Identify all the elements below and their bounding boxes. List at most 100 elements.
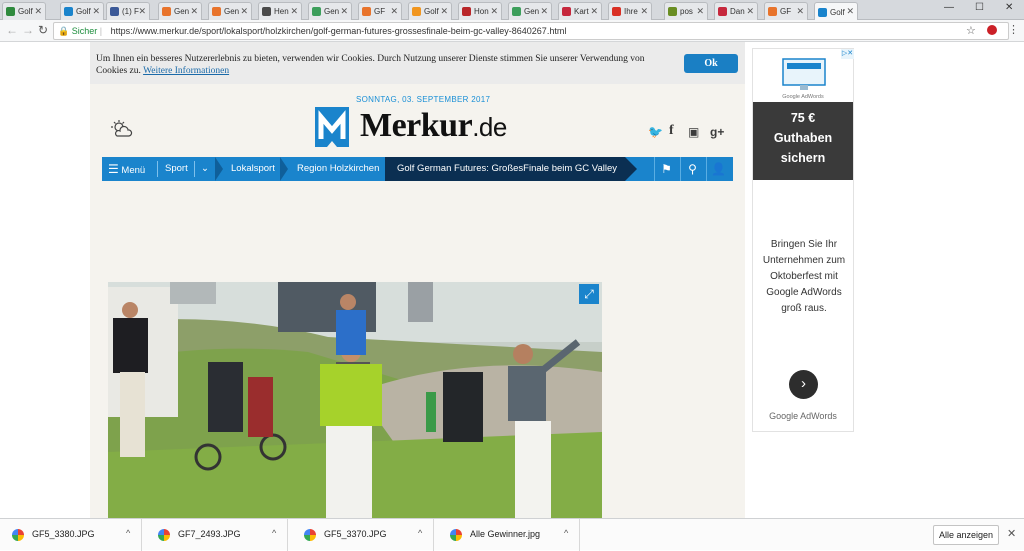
forward-icon[interactable]: → xyxy=(22,23,34,37)
browser-tab[interactable]: Gen ✕ xyxy=(308,2,352,20)
user-icon[interactable]: 👤 xyxy=(706,157,730,181)
download-item[interactable]: Alle Gewinner.jpg ^ xyxy=(438,519,580,551)
browser-tab[interactable]: Golf ✕ xyxy=(814,2,858,21)
chevron-up-icon[interactable]: ^ xyxy=(564,528,568,538)
chevron-down-icon[interactable]: ⌄ xyxy=(201,157,209,181)
browser-tab[interactable]: Golf ✕ xyxy=(60,2,104,20)
tab-close-icon[interactable]: ✕ xyxy=(640,6,648,17)
browser-tab[interactable]: Gen ✕ xyxy=(158,2,202,20)
chevron-up-icon[interactable]: ^ xyxy=(272,528,276,538)
tab-favicon-icon xyxy=(110,7,119,16)
promo-line: 75 € xyxy=(790,111,816,125)
breadcrumb-arrow xyxy=(625,157,637,181)
close-downloads-icon[interactable]: ✕ xyxy=(1007,527,1016,540)
tab-close-icon[interactable]: ✕ xyxy=(340,6,348,17)
menu-button[interactable]: ☰ Menü xyxy=(108,157,145,181)
browser-tab-strip: Golf ✕ Golf ✕ (1) F ✕ Gen ✕ Gen ✕ Hen ✕ Gen ✕ GF ✕ Golf ✕… xyxy=(0,0,1024,21)
url-text[interactable]: https://www.merkur.de/sport/lokalsport/h… xyxy=(111,26,567,36)
tab-close-icon[interactable]: ✕ xyxy=(590,6,598,17)
google-plus-icon[interactable]: g+ xyxy=(710,125,724,139)
nav-current-article: Golf German Futures: GroßesFinale beim G… xyxy=(385,157,625,181)
tab-label: GF xyxy=(780,7,792,16)
show-all-downloads-button[interactable]: Alle anzeigen xyxy=(933,525,999,545)
browser-tab[interactable]: (1) F ✕ xyxy=(106,2,150,20)
browser-tab[interactable]: Dan ✕ xyxy=(714,2,758,20)
browser-tab[interactable]: Ihre ✕ xyxy=(608,2,652,20)
browser-tab[interactable]: Hon ✕ xyxy=(458,2,502,20)
nav-region[interactable]: Region Holzkirchen xyxy=(297,157,379,181)
tab-close-icon[interactable]: ✕ xyxy=(390,6,398,17)
tab-close-icon[interactable]: ✕ xyxy=(796,6,804,17)
nav-sport[interactable]: Sport xyxy=(165,157,188,181)
cookie-ok-button[interactable]: Ok xyxy=(684,54,738,73)
site-logo[interactable]: Merkur.de xyxy=(360,107,507,145)
tab-favicon-icon xyxy=(612,7,621,16)
tab-close-icon[interactable]: ✕ xyxy=(696,6,704,17)
video-icon[interactable]: ▣ xyxy=(688,125,699,139)
security-label: Sicher xyxy=(71,26,98,36)
tab-label: Hen xyxy=(274,7,289,16)
browser-tab[interactable]: GF ✕ xyxy=(358,2,402,20)
tab-close-icon[interactable]: ✕ xyxy=(540,6,548,17)
tab-close-icon[interactable]: ✕ xyxy=(746,6,754,17)
facebook-icon[interactable]: f xyxy=(669,123,674,139)
tab-close-icon[interactable]: ✕ xyxy=(440,6,448,17)
browser-tab[interactable]: Gen ✕ xyxy=(508,2,552,20)
download-item[interactable]: GF5_3370.JPG ^ xyxy=(292,519,434,551)
fullscreen-icon[interactable]: ⤢ xyxy=(579,284,599,304)
breadcrumb-arrow xyxy=(280,157,288,181)
tab-close-icon[interactable]: ✕ xyxy=(92,6,100,17)
window-maximize-icon[interactable]: ☐ xyxy=(975,2,984,13)
browser-tab[interactable]: Hen ✕ xyxy=(258,2,302,20)
address-bar[interactable]: 🔒 Sicher | https://www.merkur.de/sport/l… xyxy=(53,22,1009,40)
ad-promo-box[interactable]: 75 € Guthaben sichern xyxy=(753,102,853,180)
merkur-logo-icon[interactable] xyxy=(313,105,351,149)
bookmark-star-icon[interactable]: ☆ xyxy=(966,24,976,37)
ad-footer-label: Google AdWords xyxy=(769,411,837,421)
article-photo[interactable]: ⤢ xyxy=(108,282,602,518)
search-icon[interactable]: ⚲ xyxy=(680,157,704,181)
bookmark-icon[interactable]: ⚑ xyxy=(654,157,678,181)
tab-close-icon[interactable]: ✕ xyxy=(138,6,146,17)
tab-label: pos xyxy=(680,7,693,16)
google-ad[interactable]: ▷✕ Google AdWords 75 € Guthaben sichern … xyxy=(752,48,854,432)
breadcrumb-arrow xyxy=(215,157,223,181)
tab-close-icon[interactable]: ✕ xyxy=(846,6,854,17)
adchoices-icon[interactable]: ▷✕ xyxy=(841,49,854,59)
download-item[interactable]: GF5_3380.JPG ^ xyxy=(0,519,142,551)
logo-name: Merkur xyxy=(360,107,473,144)
nav-lokalsport[interactable]: Lokalsport xyxy=(231,157,275,181)
browser-tab[interactable]: GF ✕ xyxy=(764,2,808,20)
browser-tab[interactable]: Golf ✕ xyxy=(408,2,452,20)
browser-tab[interactable]: Kart ✕ xyxy=(558,2,602,20)
browser-tab[interactable]: pos ✕ xyxy=(664,2,708,20)
tab-close-icon[interactable]: ✕ xyxy=(290,6,298,17)
chevron-up-icon[interactable]: ^ xyxy=(126,528,130,538)
weather-icon[interactable] xyxy=(111,120,133,138)
back-icon[interactable]: ← xyxy=(6,23,18,37)
browser-menu-icon[interactable]: ⋮ xyxy=(1008,23,1019,36)
tab-label: Hon xyxy=(474,7,489,16)
arrow-right-icon[interactable]: › xyxy=(789,370,818,399)
twitter-icon[interactable]: 🐦 xyxy=(648,125,663,139)
browser-tab[interactable]: Gen ✕ xyxy=(208,2,252,20)
tab-label: (1) F xyxy=(122,7,139,16)
download-item[interactable]: GF7_2493.JPG ^ xyxy=(146,519,288,551)
more-info-link[interactable]: Weitere Informationen xyxy=(143,66,229,76)
window-close-icon[interactable]: ✕ xyxy=(1005,2,1013,13)
window-minimize-icon[interactable]: — xyxy=(944,2,954,13)
browser-tab[interactable]: Golf ✕ xyxy=(2,2,46,20)
tab-close-icon[interactable]: ✕ xyxy=(490,6,498,17)
tab-favicon-icon xyxy=(162,7,171,16)
tab-label: Dan xyxy=(730,7,745,16)
tab-favicon-icon xyxy=(412,7,421,16)
tab-close-icon[interactable]: ✕ xyxy=(240,6,248,17)
tab-close-icon[interactable]: ✕ xyxy=(34,6,42,17)
main-navigation: ☰ Menü Sport ⌄ Lokalsport Region Holzkir… xyxy=(102,157,733,181)
tab-label: Golf xyxy=(424,7,439,16)
promo-line: sichern xyxy=(780,151,826,165)
chevron-up-icon[interactable]: ^ xyxy=(418,528,422,538)
reload-icon[interactable]: ↻ xyxy=(38,23,48,37)
tab-close-icon[interactable]: ✕ xyxy=(190,6,198,17)
pinterest-extension-icon[interactable] xyxy=(987,25,997,35)
